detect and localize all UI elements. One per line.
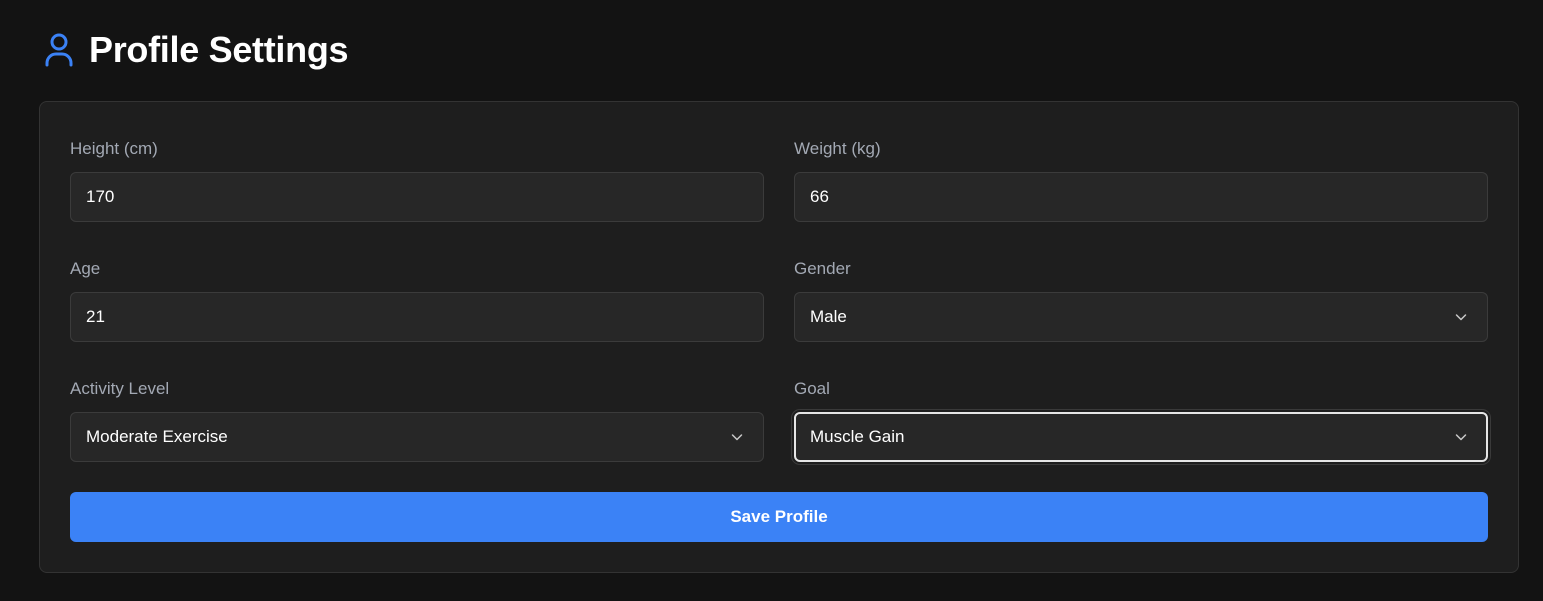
gender-label: Gender [794,259,851,278]
chevron-down-icon [1453,309,1469,325]
weight-field: Weight (kg) 66 [794,138,1488,222]
age-field: Age 21 [70,258,764,342]
weight-value: 66 [810,187,829,206]
goal-select[interactable]: Muscle Gain [794,412,1488,462]
activity-level-label: Activity Level [70,379,170,398]
chevron-down-icon [1453,429,1469,445]
height-field: Height (cm) 170 [70,138,764,222]
goal-value: Muscle Gain [810,427,905,446]
profile-form-card: Height (cm) 170 Weight (kg) 66 Age 21 Ge… [39,101,1519,573]
user-icon [44,32,74,68]
profile-settings-page: Profile Settings Height (cm) 170 Weight … [0,0,1543,601]
weight-label: Weight (kg) [794,139,881,158]
age-input[interactable]: 21 [70,292,764,342]
age-value: 21 [86,307,105,326]
gender-select[interactable]: Male [794,292,1488,342]
height-value: 170 [86,187,115,206]
gender-field: Gender Male [794,258,1488,342]
page-header: Profile Settings [44,28,349,72]
goal-field: Goal Muscle Gain [794,378,1488,462]
save-profile-button[interactable]: Save Profile [70,492,1488,542]
activity-level-select[interactable]: Moderate Exercise [70,412,764,462]
weight-input[interactable]: 66 [794,172,1488,222]
gender-value: Male [810,307,847,326]
height-label: Height (cm) [70,139,158,158]
page-title: Profile Settings [89,29,349,70]
chevron-down-icon [729,429,745,445]
goal-label: Goal [794,379,830,398]
activity-level-value: Moderate Exercise [86,427,228,446]
activity-level-field: Activity Level Moderate Exercise [70,378,764,462]
height-input[interactable]: 170 [70,172,764,222]
age-label: Age [70,259,101,278]
